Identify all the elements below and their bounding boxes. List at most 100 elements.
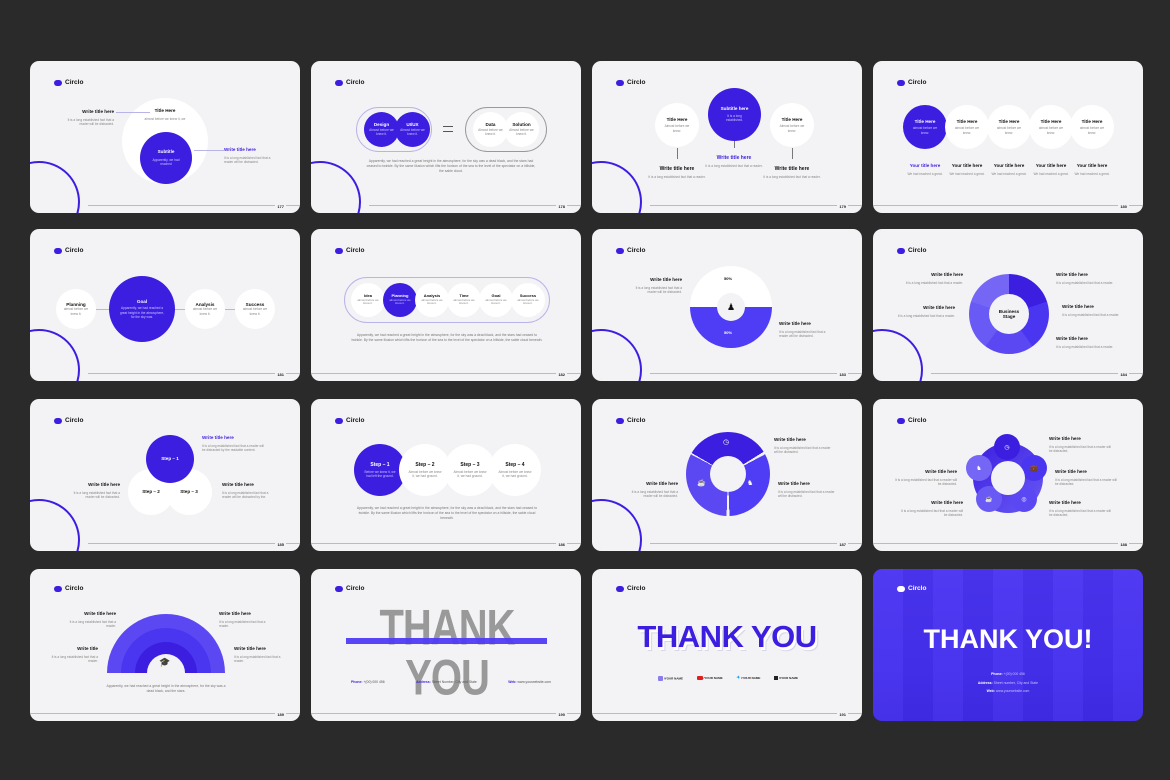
circle-uiux: UI/UX Almost before we knew it.: [395, 112, 430, 147]
slide-181[interactable]: Circlo Planning almost before we knew it.…: [30, 229, 300, 381]
label-3: Write title here It is a long established…: [1055, 469, 1119, 486]
footer-line: [931, 373, 1143, 374]
slide-183[interactable]: Circlo ♟ 50% 50% Write title here It is a…: [592, 229, 862, 381]
logo-mark-icon: [54, 247, 62, 254]
thank-you-heading: THANK YOU: [637, 619, 817, 654]
circle-center: Subtitle here It is a long established.: [708, 88, 761, 141]
logo-mark-icon: [897, 585, 905, 592]
left-label: Write title here It is a long established…: [626, 277, 682, 294]
slide-grid: Circlo Title Here almost before we knew …: [0, 0, 1170, 780]
logo-mark-icon: [54, 417, 62, 424]
label-text: It is a long established fact that a rea…: [1056, 280, 1114, 285]
label-title: Write title here: [774, 166, 810, 172]
slide-185[interactable]: Circlo Step – 2 Step – 3 Step – 1 Write …: [30, 399, 300, 551]
circle-title: Title Here: [1081, 118, 1103, 124]
brand-name: Circlo: [908, 585, 927, 592]
social-twitter[interactable]: ✦ /YOUR NAME: [736, 675, 760, 681]
circle-title: Title Here: [998, 118, 1020, 124]
contact-value[interactable]: +(00) 000 456: [363, 680, 384, 684]
circle-text: Almost before we knew it.: [478, 127, 503, 137]
label-text: It is a long established fact that a rea…: [1056, 344, 1114, 349]
social-handle: /YOUR NAME: [741, 676, 761, 680]
logo-mark-icon: [54, 585, 62, 592]
slide-178[interactable]: Circlo Design Almost before we knew it. U…: [311, 61, 581, 213]
circle-left: Title Here Almost before we knew.: [655, 103, 699, 147]
logo-mark-icon: [616, 79, 624, 86]
connector-line: [792, 148, 793, 159]
coffee-cup-icon: ☕: [697, 480, 706, 487]
brand-logo: Circlo: [335, 247, 364, 254]
circle-analysis: Analysis almost before we knew it.: [415, 283, 449, 317]
brand-logo: Circlo: [897, 585, 926, 592]
inner-title: Subtitle: [157, 149, 175, 155]
page-number: 188: [1118, 542, 1129, 547]
page-number: 179: [837, 204, 848, 209]
contact-value[interactable]: www.yourwebsite.com: [996, 689, 1030, 693]
footer-line: [311, 713, 581, 714]
brand-name: Circlo: [627, 585, 646, 592]
slide-189[interactable]: Circlo 🎓 Write title here It is a long es…: [30, 569, 300, 721]
footer-line: [369, 205, 581, 206]
circle-analysis: Analysis almost before we knew it.: [185, 289, 225, 329]
step-text: Almost before we knew it, we had ground.: [453, 469, 487, 478]
business-person-icon: ♟: [726, 301, 736, 312]
slide-191[interactable]: Circlo THANK YOU /YOUR NAME /YOUR NAME ✦…: [592, 569, 862, 721]
label-title: Write title here: [774, 437, 806, 442]
donut-hole: ♟: [717, 293, 745, 321]
right-label: Write title here It is a long established…: [779, 321, 835, 338]
social-handle: /YOUR NAME: [703, 675, 723, 680]
social-facebook[interactable]: /YOUR NAME: [773, 675, 798, 681]
inner-circle: Subtitle Apparently, we had reached: [140, 132, 192, 184]
label-right: Write title here It is a long established…: [762, 166, 822, 179]
label-title: Write title here: [650, 277, 682, 282]
logo-mark-icon: [616, 417, 624, 424]
circle-title: Title Here: [914, 118, 936, 124]
slide-182[interactable]: Circlo Idea almost before we knew it. Pla…: [311, 229, 581, 381]
label-5: Write title here It is a long established…: [1049, 500, 1113, 517]
slide-190[interactable]: Circlo THANK YOU Phone: +(00) 000 456 Ad…: [311, 569, 581, 721]
slide-186[interactable]: Circlo Step – 1 Before we knew it, we had…: [311, 399, 581, 551]
description-paragraph: Apparently, we had reached a great heigh…: [351, 333, 543, 343]
brand-logo: Circlo: [616, 417, 645, 424]
circle-text: Almost before we knew it.: [509, 127, 534, 137]
slide-177[interactable]: Circlo Title Here almost before we knew …: [30, 61, 300, 213]
slide-188[interactable]: Circlo ◷ 💼 ◎ ☕ ♞ Write title here It is a…: [873, 399, 1143, 551]
decorative-circle: [592, 161, 642, 213]
slide-192[interactable]: Circlo THANK YOU! Phone: +(00) 000 456 A…: [873, 569, 1143, 721]
slide-179[interactable]: Circlo Title Here Almost before we knew. …: [592, 61, 862, 213]
page-number: 191: [837, 712, 848, 717]
brand-name: Circlo: [908, 247, 927, 254]
brand-logo: Circlo: [54, 417, 83, 424]
social-instagram[interactable]: /YOUR NAME: [658, 675, 683, 681]
brand-name: Circlo: [65, 247, 84, 254]
slide-180[interactable]: Circlo Title Here almost before we knew. …: [873, 61, 1143, 213]
social-youtube[interactable]: /YOUR NAME: [696, 675, 723, 681]
step-title: Step – 2: [415, 461, 435, 468]
circle-planning: Planning almost before we knew it.: [383, 283, 417, 317]
footer-line: [88, 373, 300, 374]
label-5: Write title here It is a long established…: [1056, 336, 1114, 349]
contact-phone: Phone: +(00) 000 456: [933, 670, 1083, 679]
label-text: It is a long established fact that a rea…: [648, 175, 706, 179]
social-handle: /YOUR NAME: [778, 675, 798, 680]
contact-value[interactable]: www.yourwebsite.com: [517, 680, 551, 684]
label-title: Write title here: [923, 305, 955, 310]
contact-phone: Phone: +(00) 000 456: [351, 680, 385, 684]
step-circle-3: Title Here almost before we knew.: [987, 105, 1031, 149]
contact-value[interactable]: +(00) 000 456: [1004, 672, 1025, 676]
left-label: Write title here It is a long establishe…: [60, 109, 114, 126]
label-top: Write title here It is a long established…: [202, 435, 264, 452]
label-title: Write title here: [659, 166, 695, 172]
brand-name: Circlo: [346, 417, 365, 424]
label-text: It is a long established fact that a rea…: [905, 280, 963, 285]
slide-187[interactable]: Circlo ◷ ☕ ♞ Write title here It is a lon…: [592, 399, 862, 551]
circle-title: Subtitle here: [720, 106, 749, 112]
brand-name: Circlo: [908, 79, 927, 86]
logo-mark-icon: [616, 247, 624, 254]
label-title: Write title here: [716, 155, 752, 161]
circle-text: almost before we knew.: [912, 126, 938, 135]
brand-name: Circlo: [346, 585, 365, 592]
briefcase-icon: 💼: [1030, 465, 1038, 472]
step-label: Step – 1: [161, 456, 179, 462]
slide-184[interactable]: Circlo Business Stage Write title here It…: [873, 229, 1143, 381]
